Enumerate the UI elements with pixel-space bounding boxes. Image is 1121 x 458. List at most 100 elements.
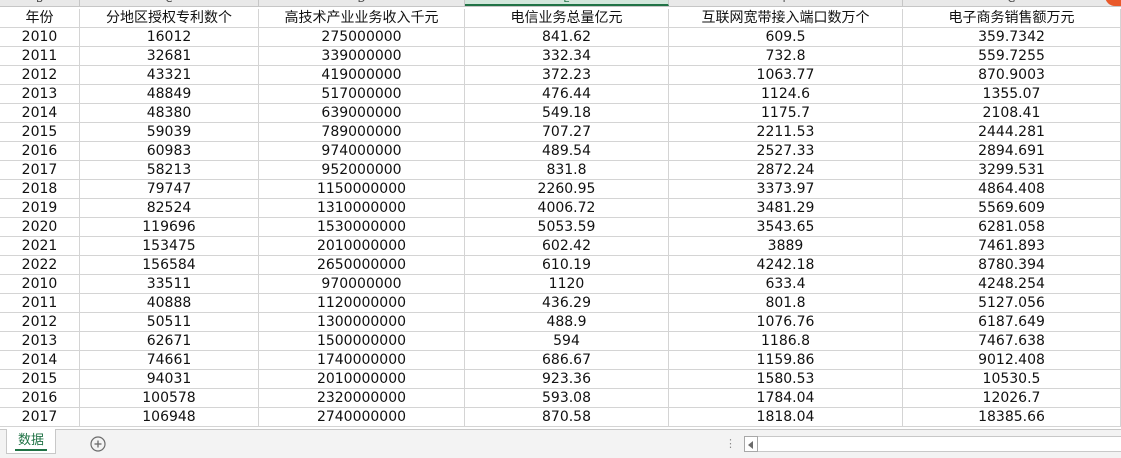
column-header-cell[interactable]: 分地区授权专利数个 (80, 9, 259, 28)
table-cell[interactable]: 602.42 (465, 237, 669, 256)
table-cell[interactable]: 476.44 (465, 85, 669, 104)
table-cell[interactable]: 870.9003 (903, 66, 1121, 85)
table-cell[interactable]: 2014 (0, 104, 80, 123)
table-cell[interactable]: 2011 (0, 294, 80, 313)
column-header-cell[interactable]: 电子商务销售额万元 (903, 9, 1121, 28)
table-cell[interactable]: 801.8 (669, 294, 903, 313)
table-cell[interactable]: 2016 (0, 142, 80, 161)
table-cell[interactable]: 74661 (80, 351, 259, 370)
scroll-left-button[interactable] (744, 436, 758, 452)
horizontal-scrollbar[interactable] (758, 436, 1121, 452)
table-cell[interactable]: 4242.18 (669, 256, 903, 275)
column-letter-4[interactable]: E (465, 0, 669, 6)
sheet-tab-data[interactable]: 数据 (6, 429, 56, 454)
table-cell[interactable]: 2016 (0, 389, 80, 408)
table-cell[interactable]: 18385.66 (903, 408, 1121, 427)
table-cell[interactable]: 1530000000 (259, 218, 465, 237)
table-cell[interactable]: 8780.394 (903, 256, 1121, 275)
table-cell[interactable]: 2013 (0, 332, 80, 351)
table-cell[interactable]: 3543.65 (669, 218, 903, 237)
table-cell[interactable]: 16012 (80, 28, 259, 47)
table-cell[interactable]: 94031 (80, 370, 259, 389)
tab-split-handle[interactable]: ⋮ (725, 437, 736, 451)
table-cell[interactable]: 3373.97 (669, 180, 903, 199)
table-cell[interactable]: 1186.8 (669, 332, 903, 351)
add-sheet-icon[interactable] (90, 436, 106, 452)
table-cell[interactable]: 62671 (80, 332, 259, 351)
table-cell[interactable]: 58213 (80, 161, 259, 180)
table-cell[interactable]: 2444.281 (903, 123, 1121, 142)
table-cell[interactable]: 707.27 (465, 123, 669, 142)
table-cell[interactable]: 2015 (0, 123, 80, 142)
table-cell[interactable]: 2018 (0, 180, 80, 199)
table-cell[interactable]: 970000000 (259, 275, 465, 294)
table-cell[interactable]: 2320000000 (259, 389, 465, 408)
table-cell[interactable]: 2022 (0, 256, 80, 275)
table-cell[interactable]: 789000000 (259, 123, 465, 142)
table-cell[interactable]: 2527.33 (669, 142, 903, 161)
table-cell[interactable]: 517000000 (259, 85, 465, 104)
table-cell[interactable]: 43321 (80, 66, 259, 85)
column-header-cell[interactable]: 电信业务总量亿元 (465, 9, 669, 28)
table-cell[interactable]: 1740000000 (259, 351, 465, 370)
table-cell[interactable]: 1310000000 (259, 199, 465, 218)
table-cell[interactable]: 106948 (80, 408, 259, 427)
table-cell[interactable]: 2894.691 (903, 142, 1121, 161)
table-cell[interactable]: 1124.6 (669, 85, 903, 104)
table-cell[interactable]: 2011 (0, 47, 80, 66)
table-cell[interactable]: 549.18 (465, 104, 669, 123)
table-cell[interactable]: 339000000 (259, 47, 465, 66)
table-cell[interactable]: 12026.7 (903, 389, 1121, 408)
table-cell[interactable]: 7461.893 (903, 237, 1121, 256)
table-cell[interactable]: 559.7255 (903, 47, 1121, 66)
column-letter-1[interactable]: B (0, 0, 80, 6)
table-cell[interactable]: 60983 (80, 142, 259, 161)
table-cell[interactable]: 1076.76 (669, 313, 903, 332)
table-cell[interactable]: 1355.07 (903, 85, 1121, 104)
table-cell[interactable]: 2020 (0, 218, 80, 237)
table-cell[interactable]: 3481.29 (669, 199, 903, 218)
table-cell[interactable]: 2012 (0, 313, 80, 332)
table-cell[interactable]: 732.8 (669, 47, 903, 66)
table-cell[interactable]: 119696 (80, 218, 259, 237)
table-cell[interactable]: 3889 (669, 237, 903, 256)
table-cell[interactable]: 50511 (80, 313, 259, 332)
table-cell[interactable]: 2019 (0, 199, 80, 218)
table-cell[interactable]: 32681 (80, 47, 259, 66)
table-cell[interactable]: 1300000000 (259, 313, 465, 332)
table-cell[interactable]: 2010 (0, 275, 80, 294)
table-cell[interactable]: 33511 (80, 275, 259, 294)
table-cell[interactable]: 10530.5 (903, 370, 1121, 389)
table-cell[interactable]: 48849 (80, 85, 259, 104)
table-cell[interactable]: 4864.408 (903, 180, 1121, 199)
table-cell[interactable]: 2010000000 (259, 237, 465, 256)
table-cell[interactable]: 593.08 (465, 389, 669, 408)
table-cell[interactable]: 40888 (80, 294, 259, 313)
table-cell[interactable]: 82524 (80, 199, 259, 218)
table-cell[interactable]: 1159.86 (669, 351, 903, 370)
table-cell[interactable]: 332.34 (465, 47, 669, 66)
table-cell[interactable]: 5569.609 (903, 199, 1121, 218)
table-cell[interactable]: 153475 (80, 237, 259, 256)
table-cell[interactable]: 488.9 (465, 313, 669, 332)
table-cell[interactable]: 2017 (0, 161, 80, 180)
column-letter-2[interactable]: C (80, 0, 259, 6)
column-letter-3[interactable]: D (259, 0, 465, 6)
table-cell[interactable]: 923.36 (465, 370, 669, 389)
table-cell[interactable]: 6187.649 (903, 313, 1121, 332)
table-cell[interactable]: 2013 (0, 85, 80, 104)
table-cell[interactable]: 156584 (80, 256, 259, 275)
table-cell[interactable]: 1120 (465, 275, 669, 294)
table-cell[interactable]: 686.67 (465, 351, 669, 370)
table-cell[interactable]: 1580.53 (669, 370, 903, 389)
table-cell[interactable]: 100578 (80, 389, 259, 408)
table-cell[interactable]: 2108.41 (903, 104, 1121, 123)
table-cell[interactable]: 372.23 (465, 66, 669, 85)
column-header-cell[interactable]: 互联网宽带接入端口数万个 (669, 9, 903, 28)
table-cell[interactable]: 2012 (0, 66, 80, 85)
table-cell[interactable]: 952000000 (259, 161, 465, 180)
table-cell[interactable]: 9012.408 (903, 351, 1121, 370)
table-cell[interactable]: 2021 (0, 237, 80, 256)
table-cell[interactable]: 1063.77 (669, 66, 903, 85)
table-cell[interactable]: 1150000000 (259, 180, 465, 199)
